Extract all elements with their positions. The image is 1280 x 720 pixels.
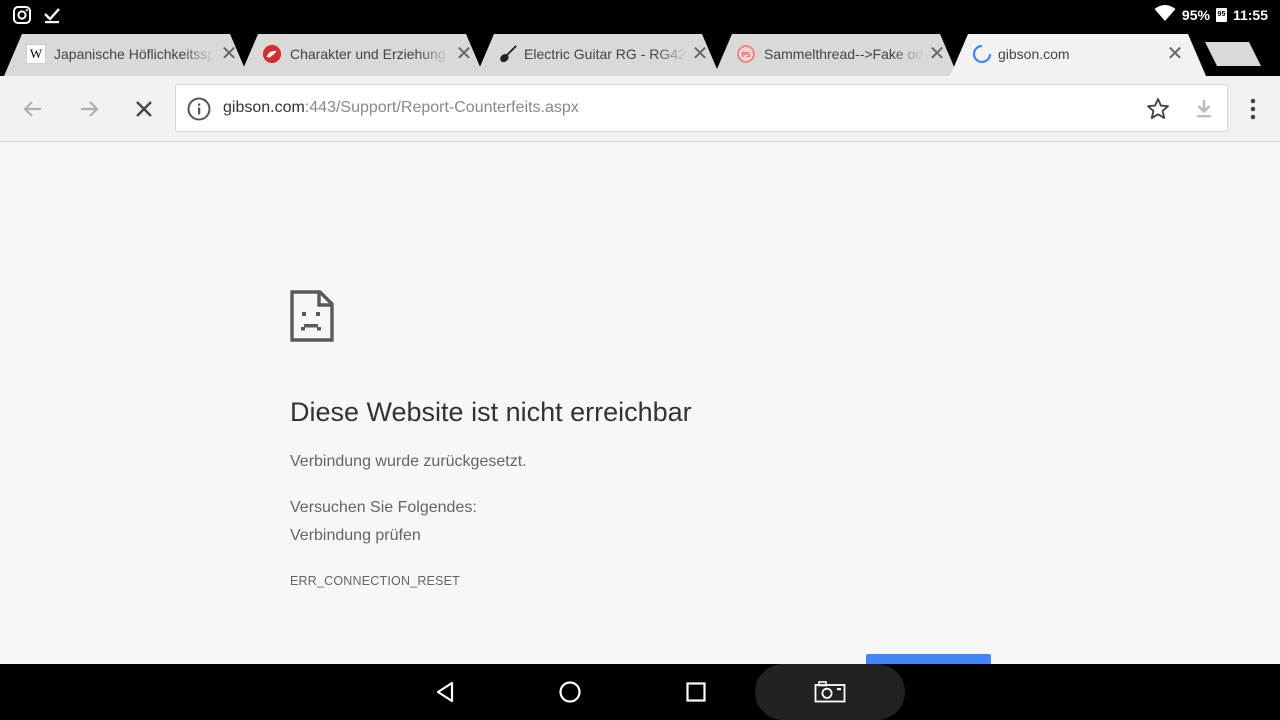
forum-icon: PS <box>736 44 756 64</box>
loading-spinner-icon <box>972 44 992 64</box>
tab-strip: W Japanische Höflichkeitssprache ✕ Chara… <box>0 30 1280 76</box>
try-heading: Versuchen Sie Folgendes: <box>290 499 477 516</box>
close-tab-icon[interactable]: ✕ <box>218 43 240 65</box>
nav-home-button[interactable] <box>556 678 584 706</box>
svg-text:PS: PS <box>742 51 751 59</box>
instagram-icon <box>12 5 32 30</box>
error-description: Verbindung wurde zurückgesetzt. <box>290 453 527 470</box>
sad-document-icon <box>290 290 334 342</box>
system-nav-bar <box>0 664 1280 720</box>
arrow-left-icon <box>23 101 41 117</box>
arrow-right-icon <box>81 101 99 117</box>
triangle-back-icon <box>436 681 454 703</box>
more-vert-icon <box>1250 98 1256 120</box>
screenshot-button[interactable] <box>755 664 905 720</box>
tab-gibson-active[interactable]: gibson.com ✕ <box>950 34 1206 76</box>
reload-button[interactable] <box>866 654 991 664</box>
battery-icon: 95 <box>1215 7 1227 22</box>
tab-title: gibson.com <box>998 46 1070 62</box>
tab-title: Charakter und Erziehung - Akita <box>290 46 450 62</box>
tab-guitar[interactable]: Electric Guitar RG - RG421EX ✕ <box>476 34 720 76</box>
close-icon <box>136 101 152 117</box>
battery-percent: 95% <box>1181 6 1210 23</box>
url-text[interactable]: gibson.com:443/Support/Report-Counterfei… <box>223 99 579 117</box>
back-button[interactable] <box>16 92 50 126</box>
error-page: Diese Website ist nicht erreichbar Verbi… <box>0 142 1280 664</box>
close-tab-icon[interactable]: ✕ <box>1164 43 1186 65</box>
task-check-icon <box>42 5 62 30</box>
circle-home-icon <box>559 681 581 703</box>
info-icon[interactable] <box>186 96 212 122</box>
error-title: Diese Website ist nicht erreichbar <box>290 397 692 427</box>
url-host: gibson.com <box>223 99 305 116</box>
forward-button[interactable] <box>72 92 106 126</box>
nav-recents-button[interactable] <box>682 678 710 706</box>
status-bar: 95% 95 11:55 <box>0 0 1280 30</box>
new-tab-button[interactable] <box>1205 42 1261 66</box>
tab-forum[interactable]: PS Sammelthread-->Fake oder ✕ <box>714 34 958 76</box>
overflow-menu-button[interactable] <box>1240 92 1266 126</box>
clock: 11:55 <box>1232 6 1268 23</box>
close-tab-icon[interactable]: ✕ <box>689 43 711 65</box>
square-recents-icon <box>686 682 706 702</box>
stop-loading-button[interactable] <box>127 92 161 126</box>
nav-back-button[interactable] <box>431 678 459 706</box>
tab-title: Sammelthread-->Fake oder <box>764 46 924 62</box>
guitar-icon <box>498 44 518 64</box>
suggestion-check-connection: Verbindung prüfen <box>290 527 421 544</box>
camera-icon <box>814 681 846 703</box>
wifi-icon <box>1154 4 1176 25</box>
address-bar[interactable]: gibson.com:443/Support/Report-Counterfei… <box>175 84 1228 132</box>
browser-toolbar: gibson.com:443/Support/Report-Counterfei… <box>0 76 1280 142</box>
bookmark-star-icon[interactable] <box>1145 96 1171 122</box>
akita-icon <box>262 44 282 64</box>
tab-akita[interactable]: Charakter und Erziehung - Akita ✕ <box>240 34 484 76</box>
error-code: ERR_CONNECTION_RESET <box>290 574 460 588</box>
tab-japanese[interactable]: W Japanische Höflichkeitssprache ✕ <box>4 34 248 76</box>
wikipedia-icon: W <box>26 44 46 64</box>
close-tab-icon[interactable]: ✕ <box>453 43 475 65</box>
url-path: :443/Support/Report-Counterfeits.aspx <box>304 99 579 116</box>
download-icon[interactable] <box>1191 96 1217 122</box>
close-tab-icon[interactable]: ✕ <box>926 43 948 65</box>
tab-title: Electric Guitar RG - RG421EX <box>524 46 688 62</box>
tab-title: Japanische Höflichkeitssprache <box>54 46 214 62</box>
